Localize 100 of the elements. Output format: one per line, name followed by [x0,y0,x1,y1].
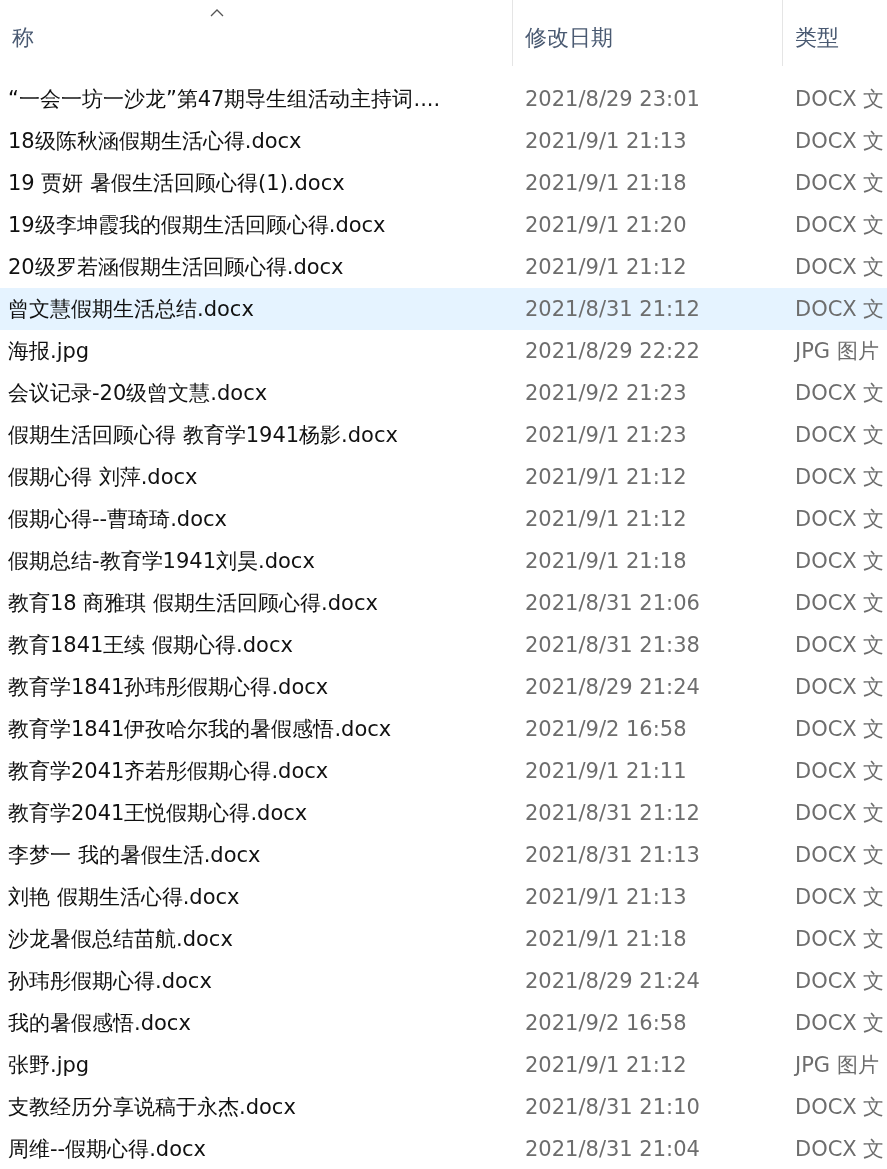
file-row[interactable]: 教育1841王续 假期心得.docx 2021/8/31 21:38 DOCX 文 [0,624,887,666]
file-row[interactable]: 教育学1841孙玮彤假期心得.docx 2021/8/29 21:24 DOCX 文 [0,666,887,708]
file-name: 刘艳 假期生活心得.docx [7,884,241,911]
file-type: DOCX 文 [794,422,886,449]
file-name: 假期总结-教育学1941刘昊.docx [7,548,316,575]
file-type: DOCX 文 [794,506,886,533]
modified-date: 2021/9/1 21:12 [524,465,688,489]
file-name: 曾文慧假期生活总结.docx [7,296,255,323]
modified-date: 2021/9/1 21:12 [524,1053,688,1077]
file-type: DOCX 文 [794,1136,886,1163]
file-type: DOCX 文 [794,968,886,995]
modified-date: 2021/8/29 23:01 [524,87,701,111]
file-type: DOCX 文 [794,590,886,617]
file-row[interactable]: 教育学1841伊孜哈尔我的暑假感悟.docx 2021/9/2 16:58 DOCX 文 [0,708,887,750]
file-type: DOCX 文 [794,632,886,659]
file-type: DOCX 文 [794,800,886,827]
modified-date: 2021/8/29 21:24 [524,675,701,699]
file-type: DOCX 文 [794,296,886,323]
modified-date: 2021/9/1 21:18 [524,171,688,195]
file-name: 教育学1841孙玮彤假期心得.docx [7,674,330,701]
file-name: 支教经历分享说稿于永杰.docx [7,1094,297,1121]
column-header[interactable]: 修改日期 [512,0,782,66]
modified-date: 2021/8/29 22:22 [524,339,701,363]
file-name: 19 贾妍 暑假生活回顾心得(1).docx [7,170,346,197]
file-name: 18级陈秋涵假期生活心得.docx [7,128,303,155]
file-row[interactable]: 张野.jpg 2021/9/1 21:12 JPG 图片 [0,1044,887,1086]
file-type: DOCX 文 [794,884,886,911]
modified-date: 2021/8/29 21:24 [524,969,701,993]
file-type: JPG 图片 [793,1052,880,1079]
file-name: 张野.jpg [7,1052,91,1079]
file-type: DOCX 文 [794,716,886,743]
file-row[interactable]: 沙龙暑假总结苗航.docx 2021/9/1 21:18 DOCX 文 [0,918,887,960]
file-row[interactable]: 假期总结-教育学1941刘昊.docx 2021/9/1 21:18 DOCX 文 [0,540,887,582]
modified-date: 2021/8/31 21:38 [524,633,701,657]
modified-date: 2021/9/1 21:20 [524,213,688,237]
file-name: 海报.jpg [7,338,91,365]
file-name: 教育学2041王悦假期心得.docx [7,800,309,827]
file-type: DOCX 文 [794,548,886,575]
file-type: DOCX 文 [794,86,886,113]
file-row[interactable]: 李梦一 我的暑假生活.docx 2021/8/31 21:13 DOCX 文 [0,834,887,876]
file-name: 周维--假期心得.docx [7,1136,207,1163]
modified-date: 2021/9/1 21:12 [524,255,688,279]
modified-date: 2021/8/31 21:13 [524,843,701,867]
modified-date: 2021/8/31 21:12 [524,297,701,321]
file-name: “一会一坊一沙龙”第47期导生组活动主持词.... [7,86,442,113]
file-name: 我的暑假感悟.docx [7,1010,192,1037]
file-row[interactable]: 海报.jpg 2021/8/29 22:22 JPG 图片 [0,330,887,372]
modified-date: 2021/9/2 16:58 [524,1011,688,1035]
file-row[interactable]: 教育学2041王悦假期心得.docx 2021/8/31 21:12 DOCX 文 [0,792,887,834]
modified-date: 2021/9/1 21:12 [524,507,688,531]
file-type: DOCX 文 [794,674,886,701]
modified-date: 2021/9/1 21:18 [524,927,688,951]
file-name: 20级罗若涵假期生活回顾心得.docx [7,254,345,281]
modified-date: 2021/9/1 21:18 [524,549,688,573]
file-name: 假期心得 刘萍.docx [7,464,199,491]
file-row[interactable]: 教育18 商雅琪 假期生活回顾心得.docx 2021/8/31 21:06 DOCX 文 [0,582,887,624]
file-row[interactable]: 18级陈秋涵假期生活心得.docx 2021/9/1 21:13 DOCX 文 [0,120,887,162]
file-row[interactable]: 20级罗若涵假期生活回顾心得.docx 2021/9/1 21:12 DOCX 文 [0,246,887,288]
file-type: DOCX 文 [794,926,886,953]
file-name: 教育学2041齐若彤假期心得.docx [7,758,330,785]
file-type: DOCX 文 [794,212,886,239]
file-row[interactable]: 曾文慧假期生活总结.docx 2021/8/31 21:12 DOCX 文 [0,288,887,330]
file-name: 19级李坤霞我的假期生活回顾心得.docx [7,212,387,239]
column-header[interactable]: 称 [0,0,512,66]
file-row[interactable]: 假期心得 刘萍.docx 2021/9/1 21:12 DOCX 文 [0,456,887,498]
file-name: 教育1841王续 假期心得.docx [7,632,294,659]
modified-date: 2021/9/1 21:13 [524,129,688,153]
file-row[interactable]: 教育学2041齐若彤假期心得.docx 2021/9/1 21:11 DOCX 文 [0,750,887,792]
file-row[interactable]: 周维--假期心得.docx 2021/8/31 21:04 DOCX 文 [0,1128,887,1169]
file-row[interactable]: 假期心得--曹琦琦.docx 2021/9/1 21:12 DOCX 文 [0,498,887,540]
file-row[interactable]: 19 贾妍 暑假生活回顾心得(1).docx 2021/9/1 21:18 DOCX 文 [0,162,887,204]
file-row[interactable]: 会议记录-20级曾文慧.docx 2021/9/2 21:23 DOCX 文 [0,372,887,414]
file-row[interactable]: 假期生活回顾心得 教育学1941杨影.docx 2021/9/1 21:23 DOCX 文 [0,414,887,456]
file-type: DOCX 文 [794,842,886,869]
file-name: 假期心得--曹琦琦.docx [7,506,228,533]
modified-date: 2021/9/1 21:13 [524,885,688,909]
file-row[interactable]: 支教经历分享说稿于永杰.docx 2021/8/31 21:10 DOCX 文 [0,1086,887,1128]
file-type: DOCX 文 [794,1094,886,1121]
file-row[interactable]: 我的暑假感悟.docx 2021/9/2 16:58 DOCX 文 [0,1002,887,1044]
file-type: JPG 图片 [793,338,880,365]
file-type: DOCX 文 [794,170,886,197]
file-row[interactable]: 孙玮彤假期心得.docx 2021/8/29 21:24 DOCX 文 [0,960,887,1002]
modified-date: 2021/9/2 16:58 [524,717,688,741]
file-row[interactable]: 19级李坤霞我的假期生活回顾心得.docx 2021/9/1 21:20 DOCX 文 [0,204,887,246]
file-row[interactable]: “一会一坊一沙龙”第47期导生组活动主持词.... 2021/8/29 23:01 DOCX 文 [0,78,887,120]
column-header[interactable]: 类型 [782,0,887,66]
file-row[interactable]: 刘艳 假期生活心得.docx 2021/9/1 21:13 DOCX 文 [0,876,887,918]
file-name: 会议记录-20级曾文慧.docx [7,380,269,407]
file-name: 假期生活回顾心得 教育学1941杨影.docx [7,422,399,449]
file-type: DOCX 文 [794,1010,886,1037]
file-type: DOCX 文 [794,128,886,155]
file-name: 孙玮彤假期心得.docx [7,968,213,995]
modified-date: 2021/8/31 21:12 [524,801,701,825]
modified-date: 2021/9/1 21:11 [524,759,688,783]
file-type: DOCX 文 [794,380,886,407]
file-name: 教育学1841伊孜哈尔我的暑假感悟.docx [7,716,393,743]
file-name: 沙龙暑假总结苗航.docx [7,926,234,953]
modified-date: 2021/9/1 21:23 [524,423,688,447]
modified-date: 2021/8/31 21:06 [524,591,701,615]
file-type: DOCX 文 [794,254,886,281]
